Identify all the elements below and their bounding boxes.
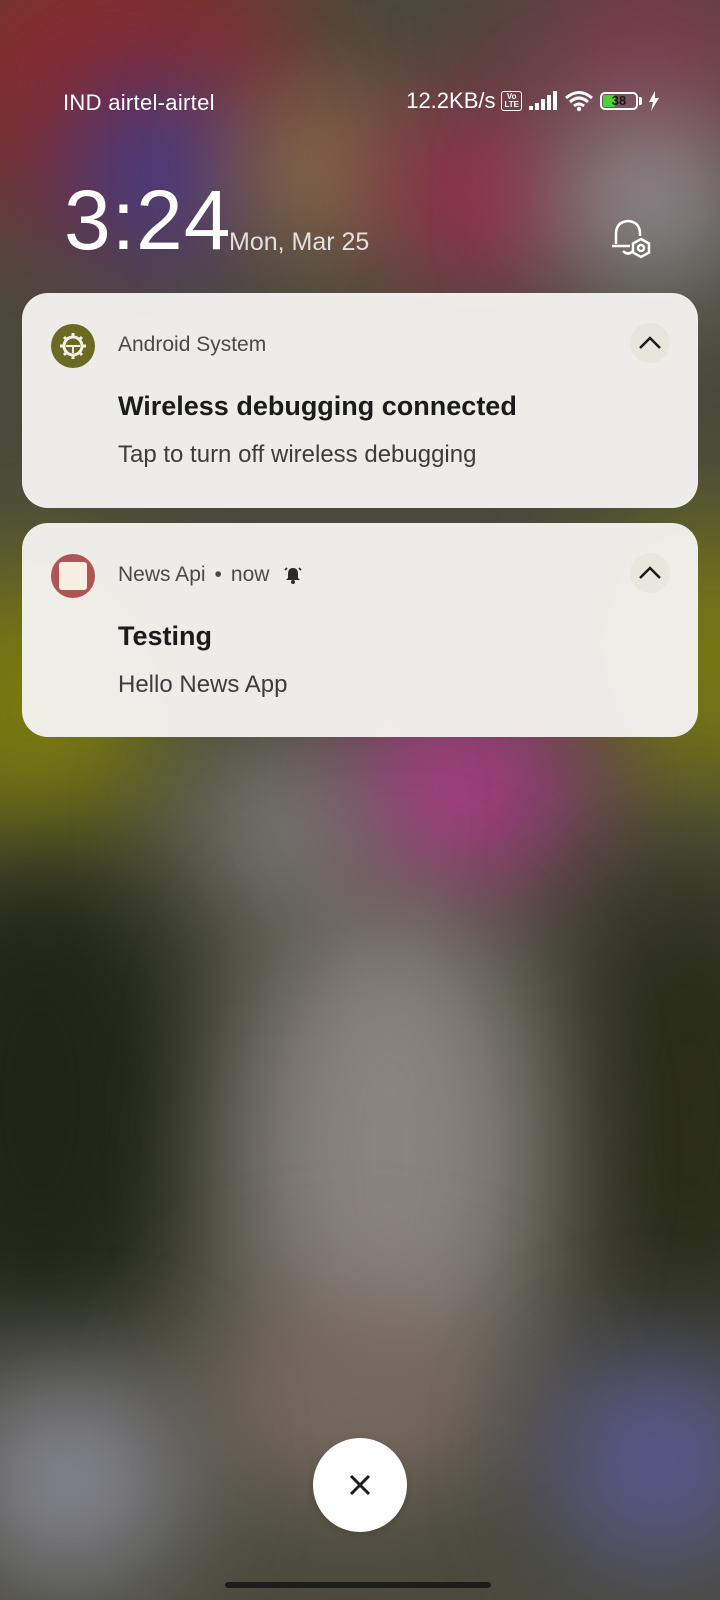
collapse-button[interactable] [630, 553, 670, 593]
status-icons: 12.2KB/s Vo LTE 38 [406, 88, 660, 114]
battery-level: 38 [611, 93, 627, 108]
notification-title: Wireless debugging connected [118, 391, 517, 421]
notification-card-news-api[interactable]: News Api • now Testing Hello News App [22, 523, 698, 737]
signal-icon [529, 91, 557, 110]
home-indicator[interactable] [225, 1582, 491, 1588]
collapse-button[interactable] [630, 323, 670, 363]
wifi-icon [565, 91, 593, 112]
notification-app-name: News Api • now [118, 563, 303, 587]
separator-dot: • [214, 563, 222, 586]
notification-card-android-system[interactable]: Android System Wireless debugging connec… [22, 293, 698, 508]
carrier-label: IND airtel-airtel [63, 90, 215, 115]
notification-text: Hello News App [118, 671, 288, 698]
notification-settings-icon[interactable] [606, 214, 656, 264]
network-speed: 12.2KB/s [406, 88, 496, 113]
notification-app-name: Android System [118, 333, 266, 357]
volte-line-2: LTE [504, 100, 519, 109]
app-name-label: News Api [118, 563, 206, 586]
battery-icon: 38 [600, 92, 642, 110]
lockscreen-date: Mon, Mar 25 [229, 228, 370, 256]
news-app-icon [51, 554, 95, 598]
charging-icon [649, 91, 659, 111]
clear-notifications-button[interactable] [313, 1438, 407, 1532]
notification-text: Tap to turn off wireless debugging [118, 441, 477, 468]
lockscreen-clock: 3:24 [64, 173, 232, 267]
status-bar: IND airtel-airtel 12.2KB/s Vo LTE 38 [0, 88, 720, 124]
notification-time: now [230, 563, 270, 586]
chevron-up-icon [639, 336, 661, 349]
notification-title: Testing [118, 621, 212, 651]
volte-icon: Vo LTE [501, 91, 522, 111]
app-name-label: Android System [118, 333, 267, 356]
close-icon [349, 1474, 371, 1496]
bell-icon [284, 567, 303, 584]
chevron-up-icon [639, 566, 661, 579]
gear-icon [51, 324, 95, 368]
